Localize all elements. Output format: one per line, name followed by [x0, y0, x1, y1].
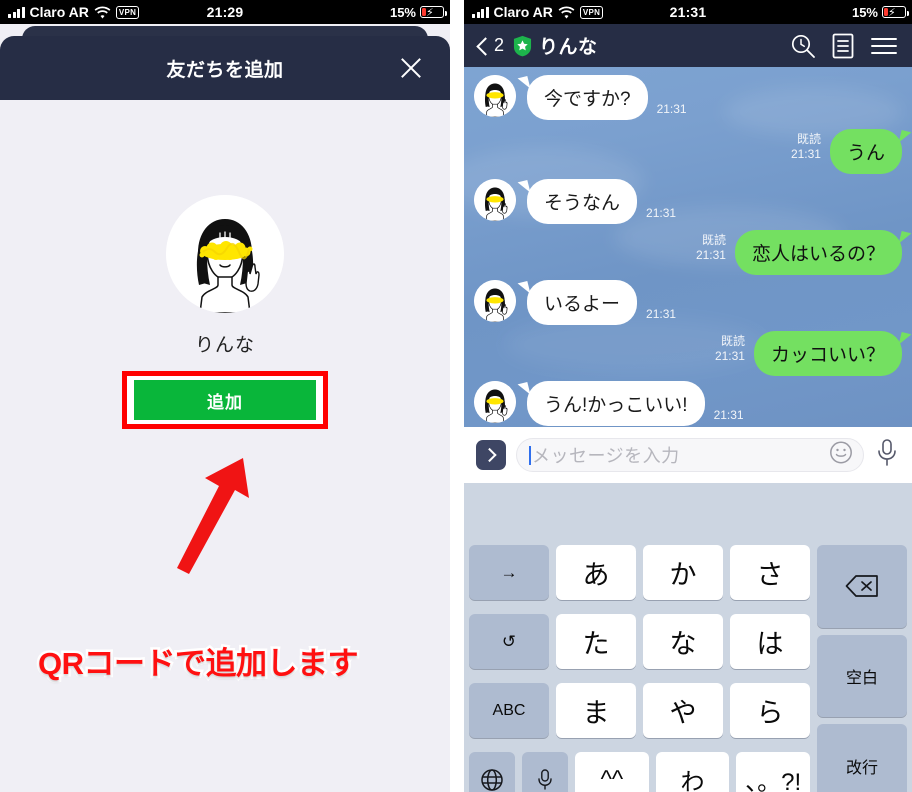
right-status-bar: Claro AR VPN 21:31 15% ⚡ [464, 0, 912, 24]
annotation-text: QRコードで追加します [36, 644, 362, 684]
message-bubble: いるよー [527, 280, 638, 325]
key-abc[interactable]: ABC [469, 683, 549, 738]
chat-header: 2 りんな [464, 24, 912, 67]
shield-star-icon [513, 35, 532, 56]
right-screen-chat: Claro AR VPN 21:31 15% ⚡ 既読 21:31 今、何してる… [464, 0, 912, 792]
message-time: 21:31 [713, 408, 744, 422]
key-ra[interactable]: ら [730, 683, 810, 738]
chat-title: りんな [539, 37, 598, 58]
message-bubble: 今ですか? [527, 75, 648, 120]
add-button-highlight-frame: 追加 [122, 371, 328, 429]
message-time: 21:31 [656, 102, 687, 116]
left-screen-add-friend: Claro AR VPN 21:29 15% ⚡ 友だちを追加 りんな 追加 Q… [0, 0, 450, 792]
key-punctuation[interactable]: 、。?! [736, 752, 811, 792]
message-bubble: うん!かっこいい! [527, 381, 705, 426]
key-ha[interactable]: は [730, 614, 810, 669]
message-time: 21:31 [646, 307, 677, 321]
key-a[interactable]: あ [556, 545, 636, 600]
key-space[interactable]: 空白 [817, 634, 907, 718]
message-input-bar: メッセージを入力 [464, 427, 912, 483]
key-sa[interactable]: さ [730, 545, 810, 600]
avatar [474, 280, 516, 322]
read-receipt: 既読 21:31 [714, 334, 745, 363]
key-return[interactable]: 改行 [817, 724, 907, 792]
key-wa[interactable]: わ [655, 752, 730, 792]
battery-charging-icon: ⚡ [882, 6, 909, 19]
avatar [474, 75, 516, 117]
key-na[interactable]: な [643, 614, 723, 669]
close-icon[interactable] [396, 53, 426, 83]
message-row-outgoing: 既読 21:31 恋人はいるの？ [696, 230, 902, 275]
globe-icon[interactable] [469, 752, 515, 792]
profile-display-name: りんな [194, 335, 255, 356]
battery-charging-icon: ⚡ [420, 6, 447, 19]
smiley-icon[interactable] [829, 441, 853, 470]
message-input[interactable]: メッセージを入力 [516, 438, 864, 472]
read-receipt: 既読 21:31 [790, 132, 821, 161]
message-input-placeholder: メッセージを入力 [532, 446, 680, 466]
battery-percent-label: 15% [389, 4, 416, 20]
panel-divider [450, 0, 464, 792]
message-bubble: うん [829, 129, 902, 174]
keyboard-suggestion-bar[interactable] [464, 483, 912, 539]
key-kaomoji[interactable]: ^^ [575, 752, 649, 792]
key-undo[interactable]: ↺ [469, 614, 549, 669]
read-receipt: 既読 21:31 [695, 233, 726, 262]
message-row-incoming: 今ですか? 21:31 [474, 75, 687, 120]
message-row-incoming: いるよー 21:31 [474, 280, 676, 325]
message-row-incoming: うん!かっこいい! 21:31 [474, 381, 744, 426]
page-title: 友だちを追加 [166, 59, 284, 81]
avatar [166, 195, 284, 313]
microphone-icon[interactable] [874, 438, 900, 473]
avatar [474, 381, 516, 423]
chevron-left-icon[interactable] [474, 38, 490, 54]
battery-percent-label: 15% [851, 4, 878, 20]
key-backspace[interactable] [817, 545, 907, 628]
unread-count-badge: 2 [494, 35, 505, 55]
key-ta[interactable]: た [556, 614, 636, 669]
message-bubble: カッコいい？ [753, 331, 902, 376]
key-ma[interactable]: ま [556, 683, 636, 738]
microphone-icon[interactable] [522, 752, 568, 792]
message-bubble: 恋人はいるの？ [734, 230, 902, 275]
status-time: 21:31 [669, 4, 707, 20]
add-friend-button[interactable]: 追加 [134, 380, 316, 420]
annotation-arrow-icon [177, 458, 249, 574]
left-status-bar: Claro AR VPN 21:29 15% ⚡ [0, 0, 450, 24]
key-advance[interactable]: → [469, 545, 549, 600]
key-ya[interactable]: や [643, 683, 723, 738]
expand-menu-button[interactable] [476, 440, 506, 470]
avatar [474, 179, 516, 221]
status-time: 21:29 [206, 4, 244, 20]
menu-icon[interactable] [870, 35, 898, 57]
message-list[interactable]: 今ですか? 21:31 既読 21:31 うん そうなん 21:31 既読 21… [464, 67, 912, 427]
backspace-icon [845, 575, 878, 598]
message-row-outgoing: 既読 21:31 カッコいい？ [715, 331, 902, 376]
text-cursor [529, 445, 531, 465]
message-time: 21:31 [646, 206, 677, 220]
key-ka[interactable]: か [643, 545, 723, 600]
search-clock-icon[interactable] [790, 33, 816, 59]
note-icon[interactable] [832, 33, 854, 59]
message-row-incoming: そうなん 21:31 [474, 179, 676, 224]
message-bubble: そうなん [527, 179, 638, 224]
add-friend-sheet-header: 友だちを追加 [0, 36, 450, 100]
add-friend-sheet-body: りんな 追加 QRコードで追加します [0, 100, 450, 792]
japanese-keyboard: → あ か さ ↺ た な は ABC ま や ら ^^ わ 、。?! 空白 改… [464, 539, 912, 792]
message-row-outgoing: 既読 21:31 うん [791, 129, 902, 174]
